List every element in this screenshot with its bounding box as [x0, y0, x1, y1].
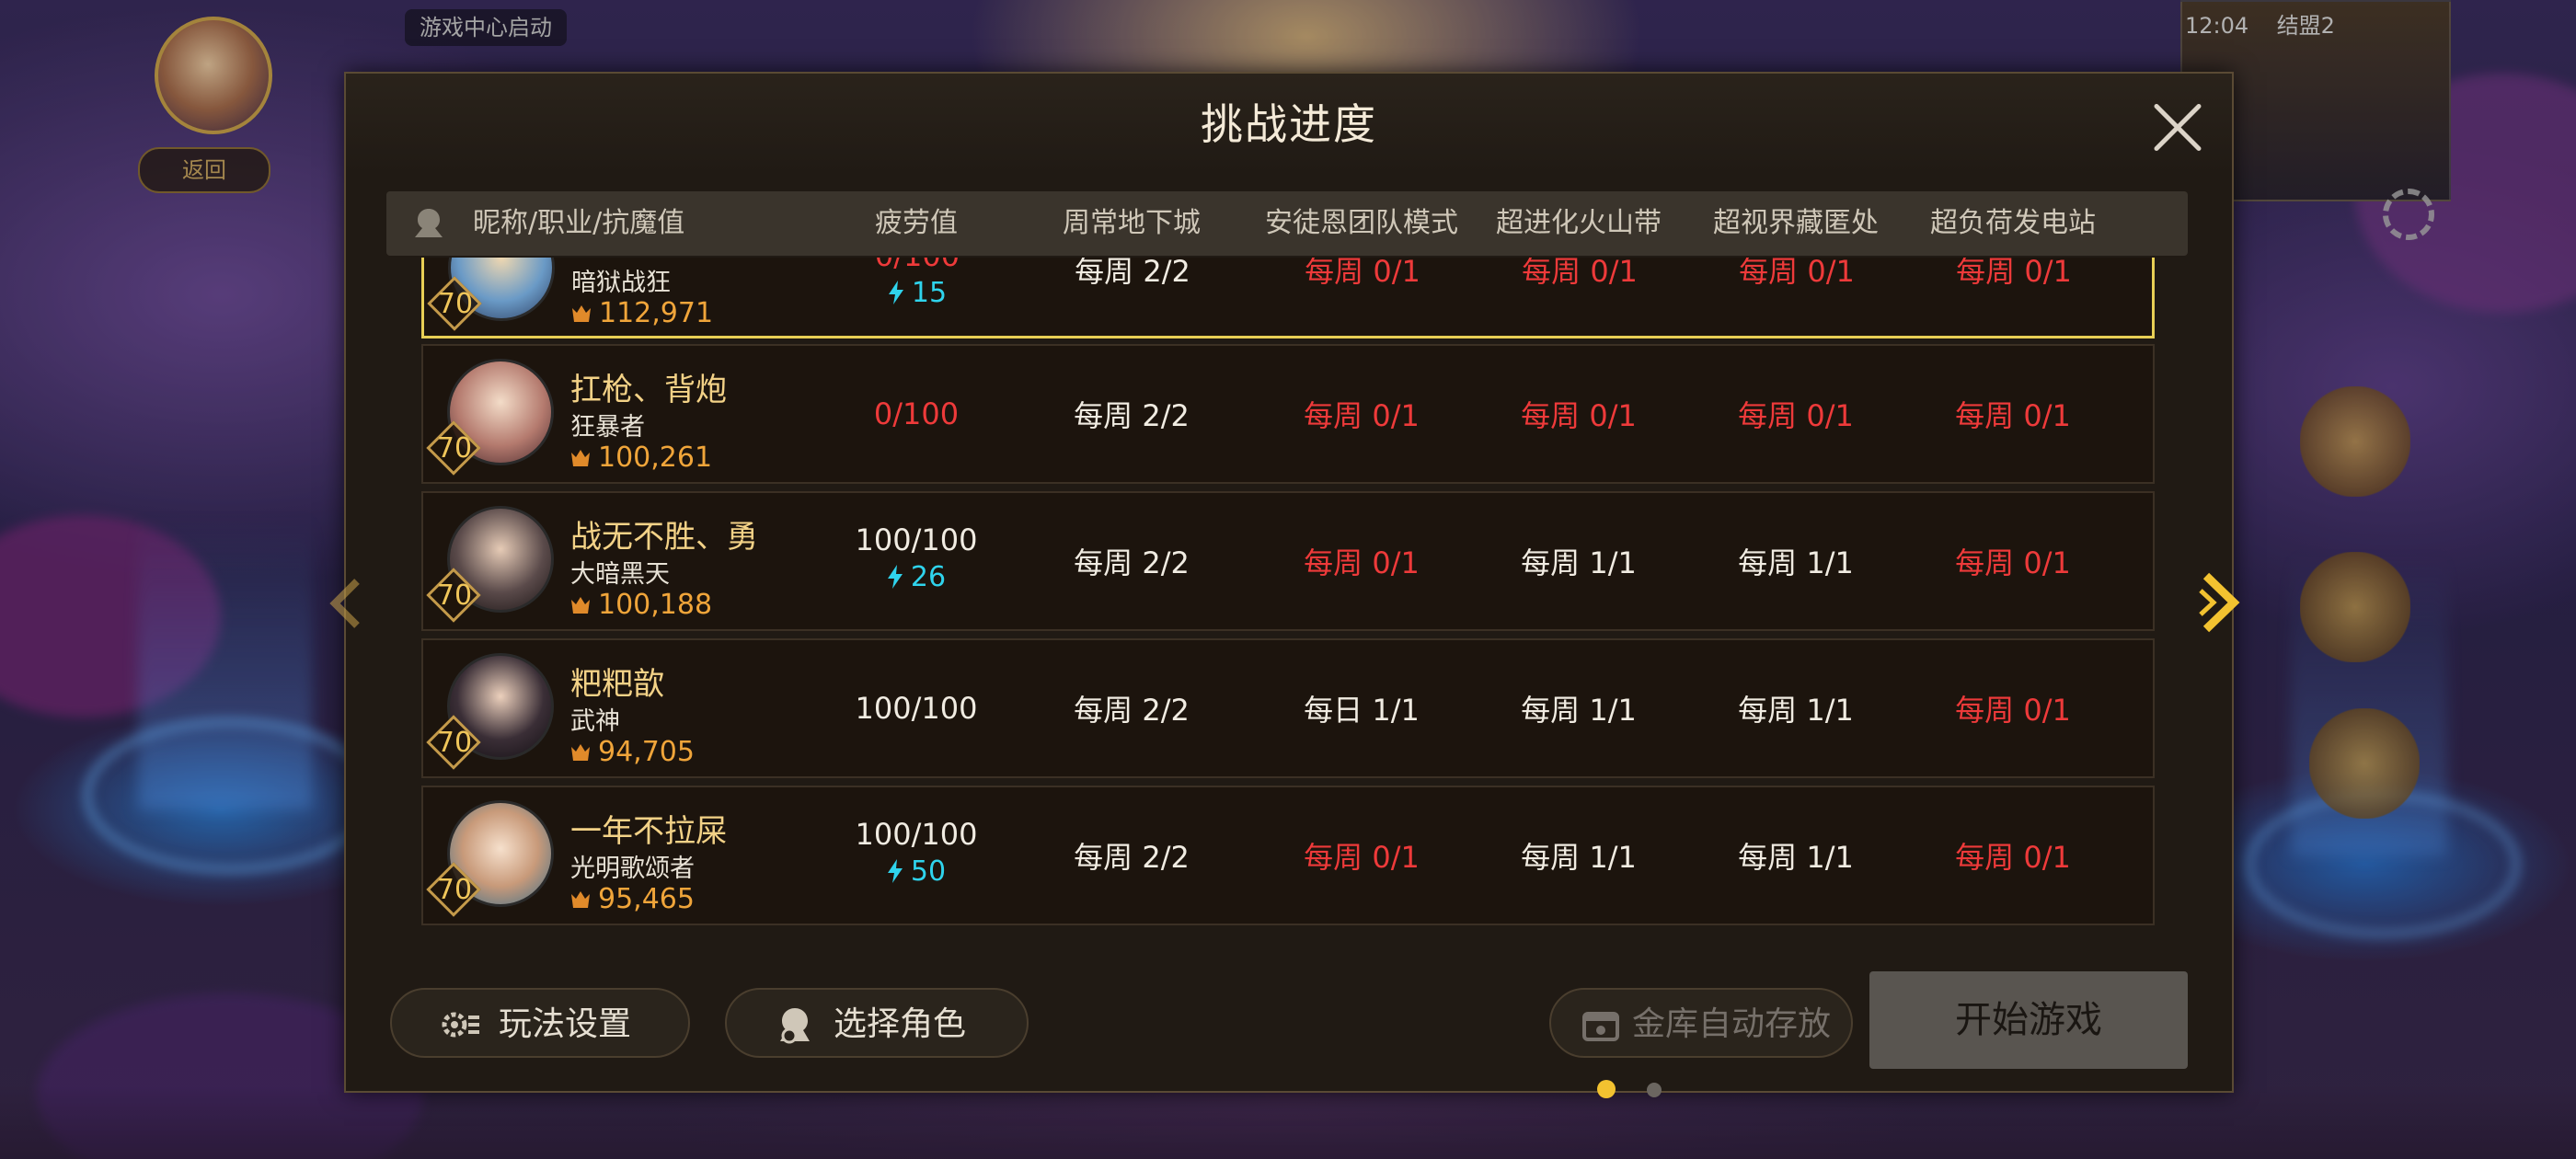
volcano-cell: 每周 0/1: [1521, 398, 1637, 433]
fatigue-value: 100/100: [855, 691, 978, 726]
anti-magic-icon: [571, 450, 590, 466]
next-page-arrow-icon[interactable]: [2197, 572, 2247, 633]
hideout-cell: 每周 1/1: [1738, 693, 1854, 728]
dialog-title: 挑战进度: [346, 74, 2232, 175]
lightning-icon: [888, 281, 903, 304]
character-row[interactable]: 70 战无不胜、勇 大暗黑天 100,188 100/100 26 每周 2/2…: [421, 491, 2155, 631]
anti-magic-icon: [572, 305, 591, 322]
character-class: 光明歌颂者: [570, 855, 695, 883]
fatigue-value: 100/100: [855, 522, 978, 557]
level-badge: 70: [426, 568, 484, 623]
col-header-anton: 安徒恩团队模式: [1265, 207, 1458, 239]
volcano-cell: 每周 1/1: [1521, 840, 1637, 875]
anton-cell: 每周 0/1: [1304, 545, 1420, 580]
previous-page-arrow-icon[interactable]: [326, 578, 366, 629]
character-power: 100,188: [570, 589, 712, 621]
anton-cell: 每日 1/1: [1304, 693, 1420, 728]
character-list[interactable]: 70 暗狱战狂 112,971 0/100 15 每周 2/2 每周 0/1 每…: [421, 258, 2155, 1021]
character-name: 一年不拉屎: [570, 813, 727, 850]
character-name: 粑粑歆: [570, 666, 664, 703]
anton-cell: 每周 0/1: [1304, 398, 1420, 433]
fatigue-cell: 100/100: [815, 640, 1018, 776]
hideout-cell: 每周 0/1: [1739, 258, 1855, 289]
fatigue-bonus: 50: [815, 855, 1018, 888]
fatigue-cell: 100/100 50: [815, 787, 1018, 924]
fatigue-bonus: 15: [816, 277, 1018, 309]
page-dot-active[interactable]: [1597, 1080, 1616, 1098]
hideout-cell: 每周 1/1: [1738, 545, 1854, 580]
col-header-hideout: 超视界藏匿处: [1713, 207, 1879, 239]
character-power: 94,705: [570, 736, 695, 768]
weekly-dungeon-cell: 每周 2/2: [1074, 693, 1190, 728]
start-game-button[interactable]: 开始游戏: [1869, 971, 2188, 1069]
character-class: 暗狱战狂: [571, 269, 671, 297]
gear-list-icon: [442, 1012, 479, 1038]
fatigue-value: 100/100: [855, 817, 978, 852]
anti-magic-icon: [571, 891, 590, 908]
fatigue-cell: 100/100 26: [815, 493, 1018, 629]
select-character-button[interactable]: 选择角色: [725, 988, 1029, 1058]
table-header: 昵称/职业/抗魔值 疲劳值 周常地下城 安徒恩团队模式 超进化火山带 超视界藏匿…: [386, 191, 2188, 256]
close-icon[interactable]: [2145, 96, 2210, 160]
character-class: 大暗黑天: [570, 560, 670, 589]
character-power: 100,261: [570, 442, 712, 474]
page-indicator[interactable]: [1597, 1080, 1671, 1104]
volcano-cell: 每周 1/1: [1521, 693, 1637, 728]
hideout-cell: 每周 1/1: [1738, 840, 1854, 875]
character-swap-icon: [780, 1008, 810, 1044]
weekly-dungeon-cell: 每周 2/2: [1074, 840, 1190, 875]
level-badge: 70: [426, 715, 484, 770]
power-station-cell: 每周 0/1: [1955, 693, 2071, 728]
character-power: 112,971: [571, 297, 713, 329]
character-power: 95,465: [570, 883, 695, 915]
character-silhouette-icon: [415, 209, 443, 237]
anton-cell: 每周 0/1: [1305, 258, 1420, 289]
anti-magic-icon: [571, 597, 590, 614]
vault-auto-store-button[interactable]: 金库自动存放: [1549, 988, 1853, 1058]
character-row[interactable]: 70 暗狱战狂 112,971 0/100 15 每周 2/2 每周 0/1 每…: [421, 258, 2155, 339]
character-name: 战无不胜、勇: [570, 519, 758, 556]
level-badge: 70: [426, 862, 484, 917]
anton-cell: 每周 0/1: [1304, 840, 1420, 875]
fatigue-cell: 0/100 15: [816, 258, 1018, 338]
power-station-cell: 每周 0/1: [1955, 545, 2071, 580]
level-badge: 70: [426, 420, 484, 476]
character-row[interactable]: 70 扛枪、背炮 狂暴者 100,261 0/100 每周 2/2 每周 0/1…: [421, 344, 2155, 484]
vault-icon: [1582, 1012, 1619, 1041]
hideout-cell: 每周 0/1: [1738, 398, 1854, 433]
fatigue-value: 0/100: [816, 258, 1018, 273]
col-header-weekly: 周常地下城: [1063, 207, 1201, 239]
level-badge: 70: [427, 276, 485, 331]
col-header-fatigue: 疲劳值: [875, 207, 958, 239]
power-station-cell: 每周 0/1: [1955, 398, 2071, 433]
lightning-icon: [887, 565, 903, 589]
play-settings-button[interactable]: 玩法设置: [390, 988, 690, 1058]
power-station-cell: 每周 0/1: [1956, 258, 2072, 289]
weekly-dungeon-cell: 每周 2/2: [1074, 398, 1190, 433]
fatigue-value: 0/100: [873, 396, 960, 431]
anti-magic-icon: [571, 744, 590, 761]
weekly-dungeon-cell: 每周 2/2: [1074, 545, 1190, 580]
volcano-cell: 每周 1/1: [1521, 545, 1637, 580]
challenge-progress-dialog: 挑战进度 昵称/职业/抗魔值 疲劳值 周常地下城 安徒恩团队模式 超进化火山带 …: [344, 72, 2234, 1098]
col-header-character: 昵称/职业/抗魔值: [473, 207, 685, 239]
character-class: 武神: [570, 707, 620, 736]
col-header-volcano: 超进化火山带: [1496, 207, 1662, 239]
page-dot[interactable]: [1647, 1083, 1662, 1097]
weekly-dungeon-cell: 每周 2/2: [1075, 258, 1190, 289]
power-station-cell: 每周 0/1: [1955, 840, 2071, 875]
character-class: 狂暴者: [570, 413, 645, 442]
character-name: 扛枪、背炮: [570, 372, 727, 408]
volcano-cell: 每周 0/1: [1522, 258, 1638, 289]
fatigue-cell: 0/100: [815, 346, 1018, 482]
character-row[interactable]: 70 粑粑歆 武神 94,705 100/100 每周 2/2 每日 1/1 每…: [421, 638, 2155, 778]
fatigue-bonus: 26: [815, 561, 1018, 593]
lightning-icon: [887, 859, 903, 883]
character-row[interactable]: 70 一年不拉屎 光明歌颂者 95,465 100/100 50 每周 2/2 …: [421, 786, 2155, 925]
col-header-power-station: 超负荷发电站: [1930, 207, 2096, 239]
